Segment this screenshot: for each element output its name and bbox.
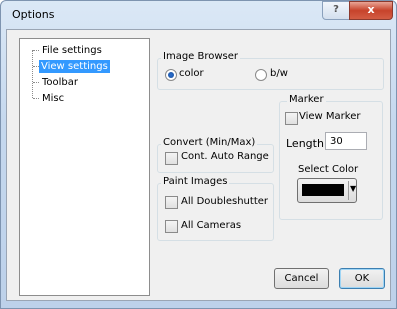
length-field[interactable]: 30 — [325, 132, 367, 150]
dropdown-divider — [348, 181, 349, 200]
color-radio[interactable] — [165, 69, 177, 81]
image-browser-label: Image Browser — [161, 51, 241, 62]
chevron-down-icon: ▼ — [350, 184, 357, 193]
tree-connector — [32, 50, 33, 98]
bw-radio-label[interactable]: b/w — [270, 68, 288, 79]
convert-label: Convert (Min/Max) — [161, 137, 258, 148]
tree-connector — [33, 50, 39, 51]
close-button[interactable]: x — [349, 1, 393, 20]
all-cameras-checkbox[interactable] — [165, 220, 178, 233]
settings-tree[interactable]: File settings View settings Toolbar Misc — [19, 38, 150, 296]
view-marker-label[interactable]: View Marker — [299, 111, 360, 122]
close-icon: x — [367, 3, 375, 16]
tree-item-toolbar[interactable]: Toolbar — [40, 76, 80, 89]
bw-radio[interactable] — [255, 69, 267, 81]
view-marker-checkbox[interactable] — [285, 112, 298, 125]
color-radio-label[interactable]: color — [179, 68, 204, 79]
cancel-button[interactable]: Cancel — [274, 268, 329, 289]
help-icon: ? — [333, 4, 339, 15]
all-doubleshutter-checkbox[interactable] — [165, 196, 178, 209]
window-title: Options — [12, 8, 55, 21]
all-cameras-label[interactable]: All Cameras — [181, 220, 241, 231]
ok-button[interactable]: OK — [339, 268, 385, 289]
cont-auto-range-label[interactable]: Cont. Auto Range — [181, 151, 269, 162]
tree-item-view-settings[interactable]: View settings — [39, 60, 110, 73]
tree-connector — [33, 82, 39, 83]
paint-images-label: Paint Images — [161, 176, 230, 187]
color-dropdown[interactable]: ▼ — [297, 178, 357, 203]
select-color-label: Select Color — [298, 164, 359, 175]
tree-item-misc[interactable]: Misc — [40, 92, 66, 105]
color-swatch — [302, 184, 344, 196]
tree-item-file-settings[interactable]: File settings — [40, 44, 104, 57]
marker-label: Marker — [287, 94, 326, 105]
help-button[interactable]: ? — [322, 1, 350, 20]
length-label: Length — [286, 137, 324, 150]
all-doubleshutter-label[interactable]: All Doubleshutter — [181, 196, 268, 207]
tree-connector — [33, 98, 39, 99]
cont-auto-range-checkbox[interactable] — [165, 152, 178, 165]
